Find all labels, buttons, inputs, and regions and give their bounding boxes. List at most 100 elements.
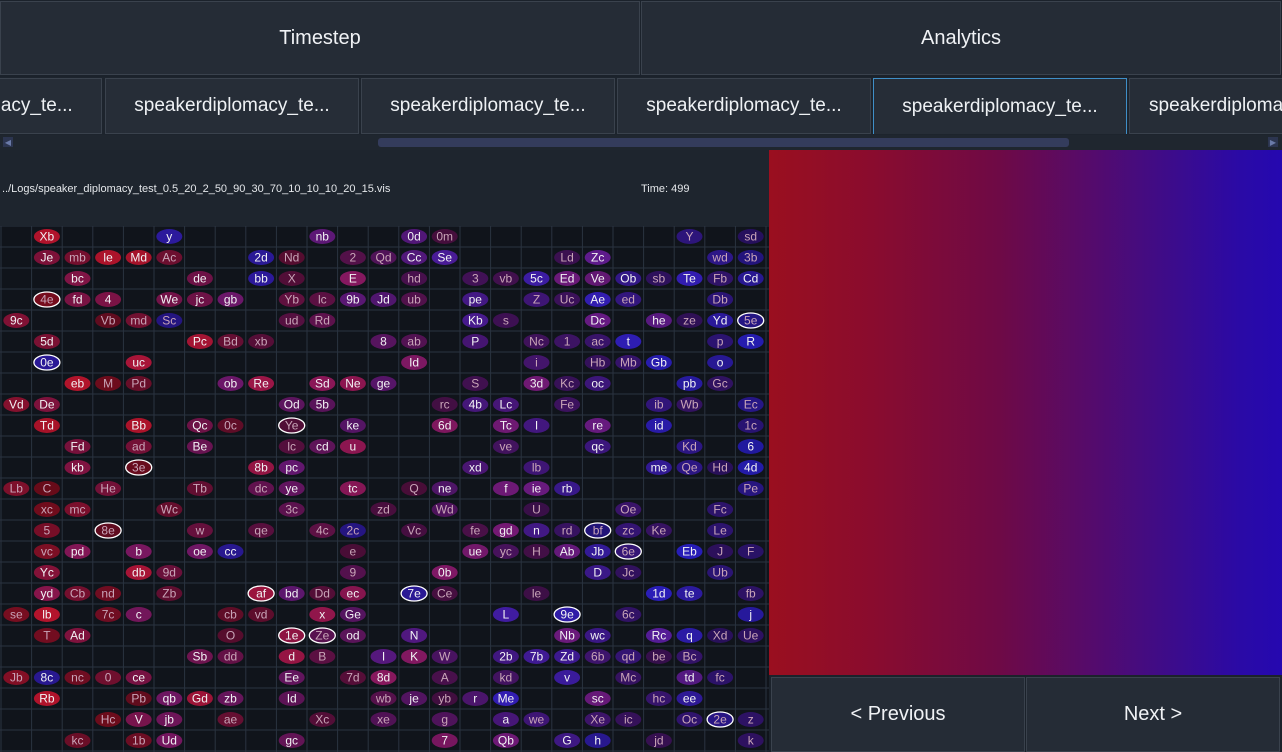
agent-label: ue <box>469 545 483 559</box>
agent-label: Q <box>409 482 418 496</box>
agent-label: Ub <box>712 566 728 580</box>
scroll-right-icon[interactable]: ▶ <box>1268 137 1278 147</box>
agent-label: Zc <box>591 251 604 265</box>
agent-label: Fb <box>713 272 727 286</box>
agent-label: 9b <box>346 293 360 307</box>
analytics-button[interactable]: Analytics <box>641 1 1281 75</box>
agent-label: cb <box>224 608 237 622</box>
agent-label: xb <box>255 335 268 349</box>
agent-label: oe <box>193 545 207 559</box>
previous-button[interactable]: < Previous <box>771 677 1025 752</box>
timestep-label: Timestep <box>279 26 361 49</box>
agent-label: Hc <box>101 713 116 727</box>
agent-label: Qe <box>681 461 697 475</box>
file-tab-bar: speakerdiplomacy_te... speakerdiplomacy_… <box>0 77 1282 135</box>
agent-label: Bc <box>682 650 696 664</box>
agent-label: ze <box>683 314 696 328</box>
agent-label: 5c <box>530 272 543 286</box>
agent-label: Jb <box>591 545 604 559</box>
agent-label: kc <box>72 734 84 748</box>
agent-label: Mb <box>620 356 637 370</box>
agent-label: Sd <box>315 377 330 391</box>
agent-label: Kd <box>682 440 697 454</box>
agent-label: B <box>318 650 326 664</box>
agent-label: C <box>43 482 52 496</box>
agent-label: v <box>564 671 570 685</box>
agent-label: td <box>684 671 694 685</box>
agent-label: he <box>652 314 666 328</box>
agent-label: 7c <box>102 608 115 622</box>
agent-label: Ke <box>652 524 667 538</box>
agent-label: lb <box>532 461 542 475</box>
agent-label: 1e <box>285 629 299 643</box>
agent-label: fb <box>746 587 756 601</box>
agent-label: Vc <box>407 524 421 538</box>
scrollbar-thumb[interactable] <box>378 138 1069 147</box>
analytics-heatmap <box>769 150 1282 675</box>
agent-label: I <box>535 419 538 433</box>
simulation-info-bar: ../Logs/speaker_diplomacy_test_0.5_20_2_… <box>0 150 769 226</box>
agent-label: 4 <box>105 293 112 307</box>
agent-label: Lc <box>500 398 513 412</box>
agent-label: ud <box>285 314 298 328</box>
agent-label: Ce <box>437 587 453 601</box>
next-button[interactable]: Next > <box>1026 677 1280 752</box>
agent-label: e <box>350 545 357 559</box>
agent-label: hd <box>407 272 420 286</box>
agent-label: yd <box>41 587 54 601</box>
agent-label: Zb <box>162 587 176 601</box>
agent-label: Be <box>193 440 208 454</box>
agent-label: le <box>103 251 113 265</box>
agent-label: fd <box>72 293 82 307</box>
agent-label: o <box>717 356 724 370</box>
agent-label: Ad <box>70 629 85 643</box>
agent-label: Tc <box>500 419 512 433</box>
agent-label: Ec <box>744 398 758 412</box>
agent-label: Dd <box>315 587 330 601</box>
agent-label: lc <box>287 440 296 454</box>
agent-label: 0m <box>436 230 453 244</box>
agent-label: w <box>195 524 205 538</box>
agent-label: K <box>410 650 418 664</box>
file-tab-2[interactable]: speakerdiplomacy_te... <box>105 78 359 134</box>
tab-scrollbar[interactable]: ◀ ▶ <box>0 135 1282 150</box>
agent-label: Cc <box>407 251 422 265</box>
agent-label: xc <box>41 503 53 517</box>
agent-label: dc <box>255 482 268 496</box>
agent-label: We <box>160 293 178 307</box>
agent-label: 1c <box>744 419 757 433</box>
file-tab-4[interactable]: speakerdiplomacy_te... <box>617 78 871 134</box>
agent-label: c <box>136 608 142 622</box>
agent-label: Ue <box>743 629 759 643</box>
agent-label: ed <box>622 293 635 307</box>
agent-label: 6d <box>438 419 451 433</box>
agent-label: pd <box>71 545 84 559</box>
agent-label: lc <box>318 293 327 307</box>
agent-grid-canvas: Xb y nb 0d 0m YsdJe mb le Md Ac 2d Nd 2 Qd Cc Se Ld Zc wd 3… <box>0 226 769 752</box>
agent-label: ib <box>654 398 664 412</box>
agent-label: p <box>717 335 724 349</box>
agent-label: 2c <box>347 524 360 538</box>
agent-label: be <box>652 650 666 664</box>
agent-label: h <box>594 734 601 748</box>
agent-label: I <box>382 650 385 664</box>
timestep-button[interactable]: Timestep <box>0 1 640 75</box>
agent-label: cc <box>225 545 237 559</box>
agent-label: ac <box>591 335 604 349</box>
scroll-left-icon[interactable]: ◀ <box>3 137 13 147</box>
agent-label: Ze <box>315 629 329 643</box>
agent-label: bf <box>593 524 604 538</box>
file-tab-1[interactable]: speakerdiplomacy_te... <box>0 78 102 134</box>
file-tab-6[interactable]: speakerdiplomacy_te... <box>1129 78 1282 134</box>
agent-label: P <box>471 335 479 349</box>
file-tab-3[interactable]: speakerdiplomacy_te... <box>361 78 615 134</box>
next-label: Next > <box>1123 703 1183 725</box>
agent-label: ab <box>407 335 421 349</box>
agent-label: Mc <box>620 671 636 685</box>
file-tab-5-selected[interactable]: speakerdiplomacy_te... <box>873 78 1127 134</box>
agent-label: 3d <box>530 377 543 391</box>
agent-label: Qb <box>498 734 514 748</box>
agent-label: Z <box>533 293 540 307</box>
agent-label: cd <box>316 440 329 454</box>
agent-label: nb <box>316 230 330 244</box>
